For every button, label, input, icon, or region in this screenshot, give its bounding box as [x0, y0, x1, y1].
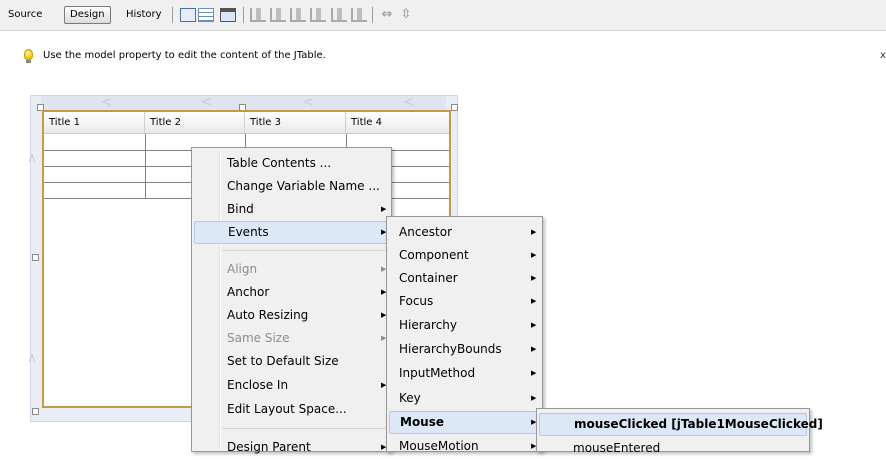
submenu-arrow-icon: ▶	[531, 321, 537, 329]
close-hint-button[interactable]: x	[880, 44, 886, 68]
align-top-icon[interactable]	[310, 8, 326, 22]
menu-item-mouse-entered[interactable]: mouseEntered	[539, 437, 807, 460]
hint-text: Use the model property to edit the conte…	[43, 50, 326, 61]
menu-item-input-method[interactable]: InputMethod ▶	[389, 362, 540, 385]
menu-item-mouse-motion[interactable]: MouseMotion ▶	[389, 435, 540, 458]
chevron-left-icon: <	[303, 95, 314, 110]
menu-item-enclose-in[interactable]: Enclose In ▶	[194, 374, 389, 397]
events-submenu: Ancestor ▶ Component ▶ Container ▶ Focus ▶ H…	[386, 216, 543, 453]
menu-item-design-parent[interactable]: Design Parent ▶	[194, 436, 389, 459]
align-bottom-icon[interactable]	[331, 8, 347, 22]
column-header[interactable]: Title 4	[346, 112, 449, 133]
menu-item-key[interactable]: Key ▶	[389, 387, 540, 410]
resize-horizontal-icon[interactable]: ⇔	[379, 8, 395, 22]
menu-item-table-contents[interactable]: Table Contents ...	[194, 152, 389, 175]
submenu-arrow-icon: ▶	[531, 369, 537, 377]
align-left-icon[interactable]	[250, 8, 266, 22]
resize-handle[interactable]	[451, 104, 458, 111]
chevron-up-icon: <	[25, 152, 40, 164]
menu-item-anchor[interactable]: Anchor ▶	[194, 281, 389, 304]
context-menu: Table Contents ... Change Variable Name …	[191, 147, 392, 454]
menu-separator	[222, 428, 387, 429]
submenu-arrow-icon: ▶	[531, 345, 537, 353]
menu-item-hierarchy[interactable]: Hierarchy ▶	[389, 314, 540, 337]
menu-item-mouse-clicked[interactable]: mouseClicked [jTable1MouseClicked]	[539, 413, 823, 436]
chevron-left-icon: <	[201, 95, 212, 110]
toolbar-separator	[172, 7, 173, 23]
chevron-up-icon: <	[25, 352, 40, 364]
menu-item-focus[interactable]: Focus ▶	[389, 290, 540, 313]
selection-mode-icon[interactable]	[180, 8, 196, 22]
menu-item-component[interactable]: Component ▶	[389, 244, 540, 267]
menu-item-align[interactable]: Align ▶	[194, 258, 389, 281]
lightbulb-icon	[24, 49, 33, 60]
tab-history[interactable]: History	[121, 6, 167, 24]
connection-mode-icon[interactable]	[198, 8, 214, 22]
column-header[interactable]: Title 1	[44, 112, 145, 133]
menu-item-bind[interactable]: Bind ▶	[194, 198, 389, 221]
chevron-left-icon: <	[101, 95, 112, 110]
toolbar-separator	[372, 7, 373, 23]
hint-bar: Use the model property to edit the conte…	[0, 44, 886, 68]
lightbulb-base	[26, 60, 31, 63]
column-header[interactable]: Title 3	[245, 112, 346, 133]
tab-source[interactable]: Source	[3, 6, 47, 24]
chevron-left-icon: <	[403, 95, 414, 110]
menu-separator	[222, 250, 387, 251]
align-middle-icon[interactable]	[351, 8, 367, 22]
align-right-icon[interactable]	[270, 8, 286, 22]
submenu-arrow-icon: ▶	[531, 394, 537, 402]
align-center-icon[interactable]	[290, 8, 306, 22]
mouse-submenu: mouseClicked [jTable1MouseClicked] mouse…	[536, 408, 823, 455]
column-header[interactable]: Title 2	[145, 112, 245, 133]
resize-handle[interactable]	[32, 254, 39, 261]
resize-handle[interactable]	[32, 408, 39, 415]
menu-item-mouse[interactable]: Mouse ▶	[389, 411, 540, 434]
tab-design[interactable]: Design	[64, 6, 111, 24]
submenu-arrow-icon: ▶	[531, 297, 537, 305]
resize-vertical-icon[interactable]: ⇳	[398, 8, 414, 22]
menu-item-set-default-size[interactable]: Set to Default Size	[194, 350, 389, 373]
menu-item-same-size[interactable]: Same Size ▶	[194, 327, 389, 350]
table-column-line	[145, 134, 146, 198]
menu-item-change-variable-name[interactable]: Change Variable Name ...	[194, 175, 389, 198]
table-header: Title 1 Title 2 Title 3 Title 4	[44, 112, 449, 134]
menu-item-edit-layout-space[interactable]: Edit Layout Space...	[194, 398, 389, 421]
menu-item-events[interactable]: Events ▶	[194, 221, 389, 244]
editor-toolbar: Source Design History ⇔ ⇳	[0, 0, 886, 31]
submenu-arrow-icon: ▶	[531, 251, 537, 259]
submenu-arrow-icon: ▶	[531, 274, 537, 282]
menu-item-hierarchy-bounds[interactable]: HierarchyBounds ▶	[389, 338, 540, 361]
menu-item-container[interactable]: Container ▶	[389, 267, 540, 290]
menu-item-auto-resizing[interactable]: Auto Resizing ▶	[194, 304, 389, 327]
submenu-arrow-icon: ▶	[531, 228, 537, 236]
preview-design-icon[interactable]	[220, 8, 236, 22]
menu-item-ancestor[interactable]: Ancestor ▶	[389, 221, 540, 244]
toolbar-separator	[243, 7, 244, 23]
